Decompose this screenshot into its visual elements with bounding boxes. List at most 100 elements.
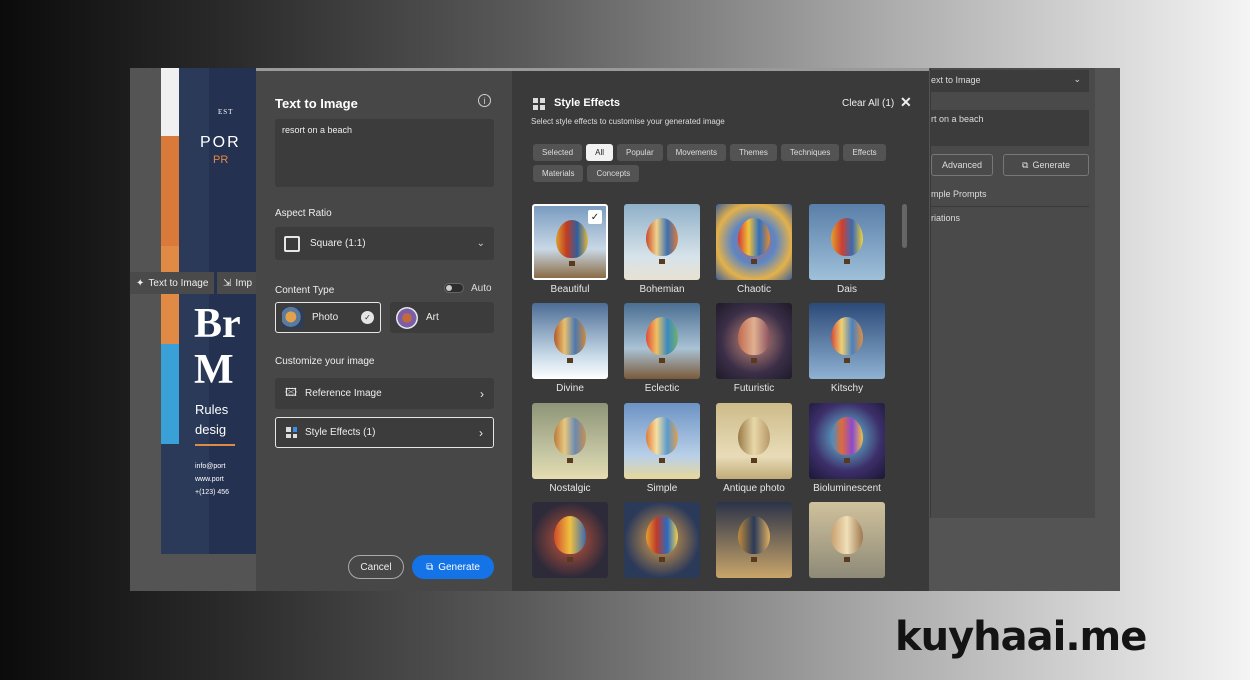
style-tile[interactable] xyxy=(532,303,608,379)
filter-chip-movements[interactable]: Movements xyxy=(666,144,726,161)
balloon-image xyxy=(831,218,863,256)
style-tile[interactable] xyxy=(716,303,792,379)
style-tile[interactable] xyxy=(809,204,885,280)
poster-text: desig xyxy=(195,422,227,437)
style-effects-title: Style Effects xyxy=(554,97,621,109)
style-label: Divine xyxy=(556,383,584,394)
basket-shape xyxy=(751,259,757,264)
prompt-input[interactable]: resort on a beach xyxy=(275,119,494,187)
mode-select[interactable]: ext to Image ⌄ xyxy=(931,70,1089,92)
filter-chip-concepts[interactable]: Concepts xyxy=(587,165,640,182)
balloon-image xyxy=(646,218,678,256)
chevron-right-icon: › xyxy=(479,425,483,440)
style-tile[interactable] xyxy=(809,502,885,578)
filter-chips: Selected All Popular Movements Themes Techniq… xyxy=(533,144,903,182)
style-label: Antique photo xyxy=(723,483,785,494)
advanced-button[interactable]: Advanced xyxy=(931,154,993,176)
app-screen: EST POR PR Br M Rules desig info@port ww… xyxy=(130,68,1120,591)
poster-text: www.port xyxy=(195,476,224,483)
chevron-right-icon: › xyxy=(480,386,484,401)
filter-chip-effects[interactable]: Effects xyxy=(843,144,886,161)
auto-toggle[interactable] xyxy=(444,283,464,293)
background-generate-button[interactable]: ⧉ Generate xyxy=(1003,154,1089,176)
prompt-pane: Text to Image i resort on a beach Aspect… xyxy=(256,71,512,591)
balloon-image xyxy=(646,516,678,554)
contextual-toolbar: ✦ Text to Image ⇲ Imp xyxy=(130,272,257,294)
checkmark-icon: ✓ xyxy=(361,311,374,324)
filter-chip-themes[interactable]: Themes xyxy=(729,144,777,161)
background-side-panel: ext to Image ⌄ rt on a beach Advanced ⧉ G… xyxy=(930,68,1095,518)
sample-prompts-link[interactable]: mple Prompts xyxy=(931,189,987,199)
style-effects-row[interactable]: Style Effects (1) › xyxy=(275,417,494,448)
balloon-image xyxy=(554,516,586,554)
checkmark-icon: ✓ xyxy=(588,210,602,224)
style-label: Beautiful xyxy=(550,284,590,295)
scrollbar[interactable] xyxy=(902,204,907,248)
import-icon: ⇲ xyxy=(223,277,232,289)
watermark: kuyhaai.me xyxy=(895,614,1147,660)
style-tile[interactable] xyxy=(716,204,792,280)
aspect-ratio-select[interactable]: Square (1:1) ⌄ xyxy=(275,227,494,260)
poster-text: Rules xyxy=(195,402,229,417)
aspect-ratio-label: Aspect Ratio xyxy=(275,208,332,219)
basket-shape xyxy=(569,261,575,266)
chevron-down-icon: ⌄ xyxy=(1073,74,1081,84)
style-tile[interactable] xyxy=(809,303,885,379)
balloon-image xyxy=(738,516,770,554)
content-type-photo[interactable]: Photo ✓ xyxy=(275,302,381,333)
image-icon: 🖾 xyxy=(285,387,297,399)
basket-shape xyxy=(659,557,665,562)
style-label: Bioluminescent xyxy=(813,483,881,494)
balloon-image xyxy=(554,317,586,355)
filter-chip-popular[interactable]: Popular xyxy=(617,144,663,161)
import-toolbar-button[interactable]: ⇲ Imp xyxy=(217,272,257,294)
style-tile[interactable] xyxy=(624,502,700,578)
style-label: Eclectic xyxy=(644,383,680,394)
balloon-image xyxy=(646,417,678,455)
style-label: Nostalgic xyxy=(549,483,591,494)
text-to-image-toolbar-button[interactable]: ✦ Text to Image xyxy=(130,272,215,294)
dialog-title: Text to Image xyxy=(275,96,358,111)
style-tile[interactable] xyxy=(809,403,885,479)
basket-shape xyxy=(567,458,573,463)
basket-shape xyxy=(844,358,850,363)
close-icon[interactable]: ✕ xyxy=(900,94,912,111)
style-tile[interactable] xyxy=(624,303,700,379)
variations-link[interactable]: riations xyxy=(931,213,960,223)
basket-shape xyxy=(844,458,850,463)
cancel-button[interactable]: Cancel xyxy=(348,555,404,579)
basket-shape xyxy=(751,358,757,363)
reference-image-row[interactable]: 🖾 Reference Image › xyxy=(275,378,494,409)
info-icon[interactable]: i xyxy=(478,94,491,107)
style-label: Simple xyxy=(646,483,678,494)
style-tile[interactable]: ✓ xyxy=(532,204,608,280)
style-tile[interactable] xyxy=(624,204,700,280)
filter-chip-materials[interactable]: Materials xyxy=(533,165,584,182)
square-icon xyxy=(284,235,300,252)
balloon-image xyxy=(831,317,863,355)
poster-heading: M xyxy=(194,347,234,393)
generate-button[interactable]: ⧉ Generate xyxy=(412,555,494,579)
poster-heading: Br xyxy=(194,301,241,347)
style-tile[interactable] xyxy=(716,502,792,578)
background-prompt-field[interactable]: rt on a beach xyxy=(931,110,1089,146)
balloon-image xyxy=(831,417,863,455)
basket-shape xyxy=(751,458,757,463)
filter-chip-all[interactable]: All xyxy=(586,144,614,161)
style-tile[interactable] xyxy=(532,403,608,479)
style-tile[interactable] xyxy=(716,403,792,479)
basket-shape xyxy=(567,358,573,363)
balloon-image xyxy=(554,417,586,455)
filter-chip-techniques[interactable]: Techniques xyxy=(780,144,840,161)
basket-shape xyxy=(659,259,665,264)
style-tile[interactable] xyxy=(532,502,608,578)
content-type-art[interactable]: Art xyxy=(390,302,494,333)
filter-chip-selected[interactable]: Selected xyxy=(533,144,583,161)
poster-text: EST xyxy=(218,108,234,116)
style-label: Chaotic xyxy=(737,284,771,295)
style-tile[interactable] xyxy=(624,403,700,479)
clear-all-button[interactable]: Clear All (1) xyxy=(842,98,894,109)
style-effects-pane: Style Effects Select style effects to cu… xyxy=(512,71,929,591)
auto-label: Auto xyxy=(471,283,492,294)
balloon-image xyxy=(738,417,770,455)
